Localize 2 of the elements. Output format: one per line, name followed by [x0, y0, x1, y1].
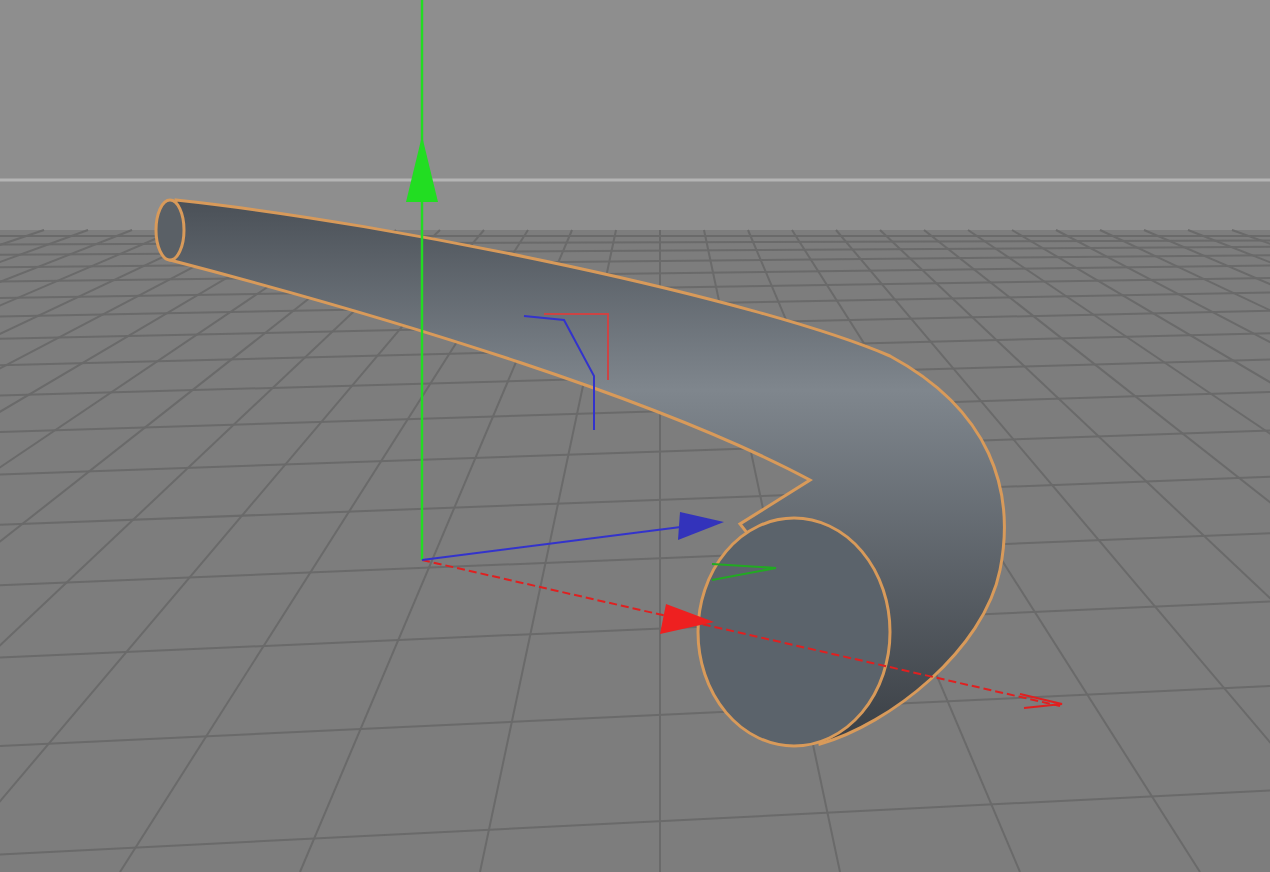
axis-gizmo-drawing[interactable]: [406, 0, 1063, 709]
tube-drawing[interactable]: [154, 198, 1006, 748]
